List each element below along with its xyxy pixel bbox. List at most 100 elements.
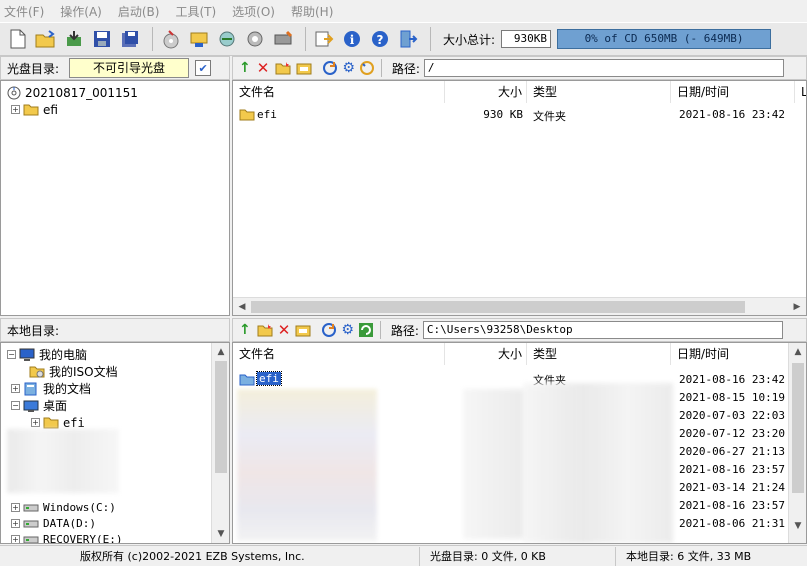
compress-button[interactable]: [215, 27, 239, 51]
scroll-down-icon[interactable]: ▼: [791, 519, 805, 533]
file-date: 2021-08-15 10:19: [679, 391, 785, 404]
properties-button[interactable]: [312, 27, 336, 51]
tree-item-desktop[interactable]: − 桌面: [11, 397, 67, 414]
scroll-left-icon[interactable]: ◀: [235, 300, 249, 314]
virtual-drive-button[interactable]: [271, 27, 295, 51]
svg-text:?: ?: [377, 33, 384, 47]
tree-item-my-iso[interactable]: 我的ISO文档: [29, 363, 118, 380]
file-date: 2021-03-14 21:24: [679, 481, 785, 494]
file-date: 2020-07-12 23:20: [679, 427, 785, 440]
toolbar-separator: [152, 27, 153, 51]
expand-toggle[interactable]: +: [11, 384, 20, 393]
delete-icon[interactable]: ✕: [257, 59, 270, 77]
column-header-size[interactable]: 大小: [445, 81, 527, 103]
save-as-button[interactable]: [118, 27, 142, 51]
scroll-down-icon[interactable]: ▼: [214, 527, 228, 541]
file-type: 文件夹: [533, 110, 566, 123]
new-folder-icon[interactable]: [275, 61, 291, 75]
scroll-right-icon[interactable]: ▶: [790, 300, 804, 314]
menu-tools[interactable]: 工具(T): [175, 3, 216, 20]
reload-icon[interactable]: [358, 322, 374, 338]
expand-toggle[interactable]: +: [11, 503, 20, 512]
mount-button[interactable]: [187, 27, 211, 51]
refresh-icon[interactable]: [321, 322, 337, 338]
boot-settings-button[interactable]: ✔: [195, 60, 212, 76]
cd-root-node[interactable]: 20210817_001151: [7, 84, 138, 101]
rename-icon[interactable]: [296, 61, 312, 75]
open-folder-icon: [35, 30, 55, 48]
tree-item-drive-d[interactable]: + DATA(D:): [11, 515, 96, 532]
local-path-toolbar: ↑ ✕ ⚙ 路径: C:\Users\93258\Desktop: [232, 318, 807, 342]
save-button[interactable]: [90, 27, 114, 51]
file-date: 2021-08-16 23:42: [679, 108, 785, 121]
sync-icon[interactable]: [359, 60, 375, 76]
info-button[interactable]: i: [340, 27, 364, 51]
rename-icon[interactable]: [295, 323, 311, 337]
column-header-name[interactable]: 文件名: [233, 343, 445, 365]
new-file-button[interactable]: [6, 27, 30, 51]
settings-gear-icon[interactable]: ⚙: [342, 60, 355, 76]
hard-drive-icon: [23, 504, 39, 511]
cd-tree: 20210817_001151 + efi: [0, 80, 230, 316]
extract-button[interactable]: [62, 27, 86, 51]
table-row[interactable]: efi 930 KB 文件夹 2021-08-16 23:42: [233, 105, 806, 123]
settings-gear-icon[interactable]: ⚙: [341, 322, 354, 338]
scroll-up-icon[interactable]: ▲: [214, 345, 228, 359]
burn-button[interactable]: [159, 27, 183, 51]
go-up-icon[interactable]: ↑: [239, 322, 251, 338]
open-button[interactable]: [34, 27, 58, 51]
expand-toggle[interactable]: +: [11, 519, 20, 528]
menu-options[interactable]: 选项(O): [232, 3, 275, 20]
local-tree-vscrollbar[interactable]: ▲ ▼: [211, 343, 229, 543]
scroll-thumb[interactable]: [215, 361, 227, 473]
scroll-up-icon[interactable]: ▲: [791, 345, 805, 359]
column-header-name[interactable]: 文件名: [233, 81, 445, 103]
cd-path-toolbar: ↑ ✕ ⚙ 路径: /: [232, 56, 807, 80]
status-bar: 版权所有 (c)2002-2021 EZB Systems, Inc. 光盘目录…: [0, 545, 807, 566]
column-header-size[interactable]: 大小: [445, 343, 527, 365]
menu-bar: 文件(F) 操作(A) 启动(B) 工具(T) 选项(O) 帮助(H): [0, 0, 807, 22]
exit-button[interactable]: [396, 27, 420, 51]
collapse-toggle[interactable]: −: [7, 350, 16, 359]
delete-icon[interactable]: ✕: [278, 321, 291, 339]
refresh-icon[interactable]: [322, 60, 338, 76]
scroll-thumb[interactable]: [792, 363, 804, 493]
collapse-toggle[interactable]: −: [11, 401, 20, 410]
folder-icon: [23, 104, 39, 116]
menu-file[interactable]: 文件(F): [4, 3, 44, 20]
tree-item-my-documents[interactable]: + 我的文档: [11, 380, 91, 397]
cd-tree-item-efi[interactable]: + efi: [11, 101, 58, 118]
tree-item-label: 我的电脑: [39, 348, 88, 362]
column-header-type[interactable]: 类型: [527, 343, 671, 365]
toolbar-separator: [305, 27, 306, 51]
cd-file-list: 文件名 大小 类型 日期/时间 L efi 930 KB 文件夹 2021-08…: [232, 80, 807, 316]
cd-path-field[interactable]: /: [423, 59, 784, 77]
tree-item-drive-e[interactable]: + RECOVERY(E:): [11, 531, 123, 544]
tree-item-my-computer[interactable]: − 我的电脑: [7, 346, 87, 363]
file-name-selected[interactable]: efi: [256, 371, 282, 386]
local-path-field[interactable]: C:\Users\93258\Desktop: [422, 321, 783, 339]
expand-toggle[interactable]: +: [11, 105, 20, 114]
go-up-icon[interactable]: ↑: [239, 60, 251, 76]
help-button[interactable]: ?: [368, 27, 392, 51]
column-header-date[interactable]: 日期/时间: [671, 343, 795, 365]
expand-toggle[interactable]: +: [11, 535, 20, 543]
tree-item-label: RECOVERY(E:): [43, 533, 123, 544]
column-header-extra[interactable]: L: [795, 81, 806, 103]
menu-help[interactable]: 帮助(H): [291, 3, 333, 20]
tree-item-label: efi: [63, 415, 85, 430]
local-list-vscrollbar[interactable]: ▲ ▼: [788, 343, 806, 543]
menu-boot[interactable]: 启动(B): [118, 3, 160, 20]
cd-capacity-bar[interactable]: 0% of CD 650MB (- 649MB): [557, 29, 772, 49]
local-file-list: 文件名 大小 类型 日期/时间 efi 文件夹 2021-08-16 23:42…: [232, 342, 807, 544]
expand-toggle[interactable]: +: [31, 418, 40, 427]
checksum-button[interactable]: [243, 27, 267, 51]
cd-list-hscrollbar[interactable]: ◀ ▶: [233, 297, 806, 315]
boot-status-field[interactable]: 不可引导光盘: [69, 58, 190, 78]
menu-action[interactable]: 操作(A): [60, 3, 102, 20]
tree-item-drive-c[interactable]: + Windows(C:): [11, 499, 116, 516]
new-folder-icon[interactable]: [257, 323, 273, 337]
column-header-type[interactable]: 类型: [527, 81, 671, 103]
scroll-thumb[interactable]: [251, 301, 745, 313]
column-header-date[interactable]: 日期/时间: [671, 81, 795, 103]
